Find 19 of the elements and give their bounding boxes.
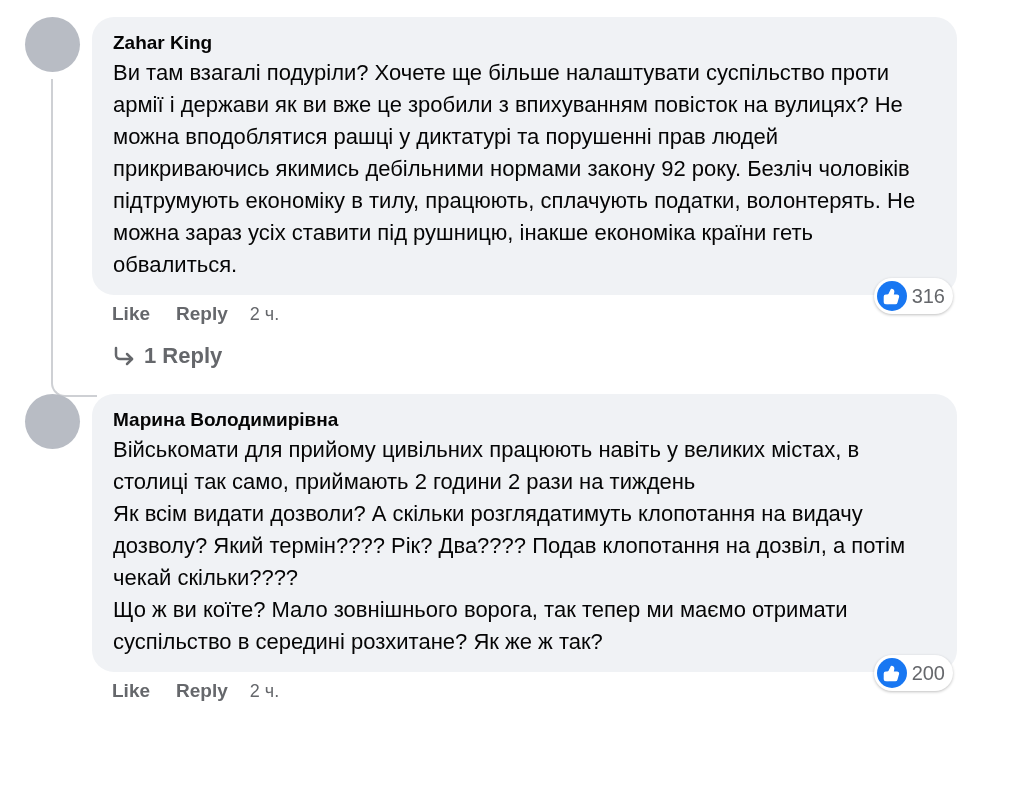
reply-link[interactable]: Reply xyxy=(176,676,228,706)
author-name[interactable]: Марина Володимирівна xyxy=(113,406,937,434)
comment-text: Як всім видати дозволи? А скільки розглядатимуть клопотання на видачу дозволу? Який термін???? Рік? Два???? Подав клопотання на дозвіл, а потім чекай скільки???? xyxy=(113,500,906,592)
like-icon xyxy=(876,658,907,688)
comment-text: Військомати для прийому цивільних працюють навіть у великих містах, в столиці так само, приймають 2 години 2 рази на тиждень xyxy=(113,436,861,496)
view-replies-link[interactable]: 1 Reply xyxy=(92,339,223,372)
like-link[interactable]: Like xyxy=(112,299,151,329)
avatar-photo-placeholder xyxy=(25,17,80,72)
reaction-count-badge[interactable]: 200 xyxy=(873,655,953,691)
avatar-photo-placeholder xyxy=(25,394,80,449)
like-icon xyxy=(876,281,907,311)
reaction-count-badge[interactable]: 316 xyxy=(873,278,953,314)
comment-time: 2 ч. xyxy=(249,302,280,326)
comment-text: Що ж ви коїте? Мало зовнішнього ворога, так тепер ми маємо отримати суспільство в середині розхитане? Як же ж так? xyxy=(113,596,849,656)
reply-link[interactable]: Reply xyxy=(176,299,228,329)
like-link[interactable]: Like xyxy=(112,676,151,706)
comment-text: Ви там взагалі подуріли? Хочете ще більше налаштувати суспільство проти армії і держави як ви вже це зробили з впихуванням повісток на вулицях? Не можна вподоблятися рашці у диктатурі та порушенні прав людей прикриваючись якимись дебільними нормами закону 92 року. Безліч чоловіків підтрумують економіку в тилу, працюють, сплачують податки, волонтерять. Не можна зараз усіх ставити під рушницю, інакше економіка країни геть обвалиться. xyxy=(113,59,917,279)
comment-time: 2 ч. xyxy=(249,679,280,703)
author-name[interactable]: Zahar King xyxy=(113,29,937,57)
